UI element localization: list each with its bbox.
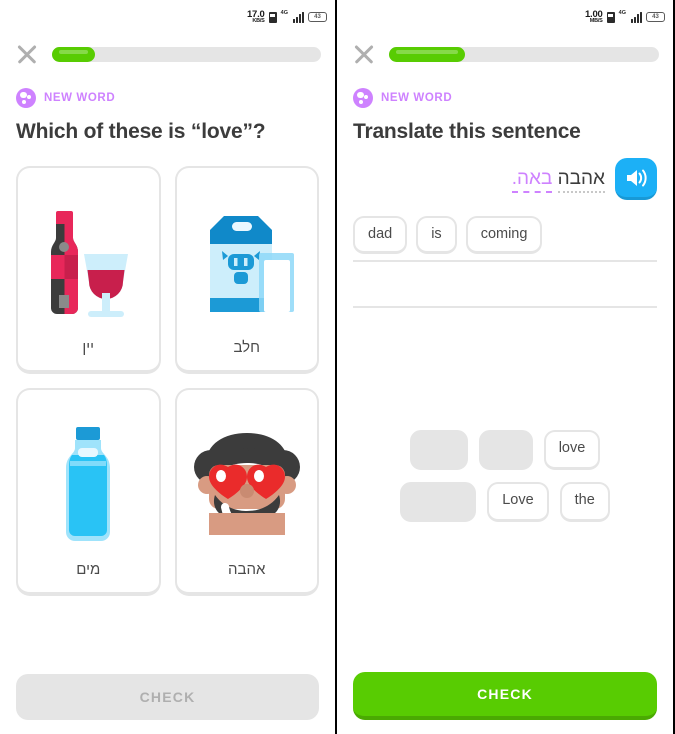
new-word-icon — [353, 88, 373, 108]
screen-translate-sentence: 1.00 MB/S 4G 43 NEW WORD Translate this … — [337, 0, 673, 734]
network-type-label: 4G — [618, 10, 626, 16]
answer-line-1[interactable]: dad is coming — [353, 216, 657, 262]
answer-area: dad is coming — [337, 200, 673, 308]
new-word-badge-label: NEW WORD — [44, 92, 116, 104]
signal-strength-icon — [631, 11, 642, 23]
face-with-heart-eyes-illustration — [185, 408, 310, 561]
sim-card-icon — [606, 11, 615, 23]
choice-label-wine: יין — [82, 339, 95, 356]
status-bar-right: 1.00 MB/S 4G 43 — [337, 0, 673, 30]
sentence-row: אהבה באה. — [337, 144, 673, 200]
choice-label-love: אהבה — [228, 561, 266, 578]
close-icon[interactable] — [14, 41, 40, 67]
lesson-progress-bar — [52, 46, 321, 62]
lesson-progress-fill — [389, 46, 465, 62]
battery-level: 43 — [652, 14, 659, 20]
word-bank-tile-used — [478, 430, 533, 470]
word-bank-tile-love-upper[interactable]: Love — [487, 482, 549, 522]
battery-icon: 43 — [646, 12, 665, 22]
page-title: Translate this sentence — [353, 120, 581, 143]
milk-carton-and-glass-illustration — [185, 186, 310, 339]
word-bank-tile-love-lower[interactable]: love — [543, 430, 601, 470]
answer-tile[interactable]: is — [416, 216, 457, 254]
new-word-badge-label: NEW WORD — [381, 92, 453, 104]
choice-label-milk: חלב — [233, 339, 261, 356]
water-bottle-illustration — [26, 408, 151, 561]
signal-strength-icon — [293, 11, 304, 23]
hebrew-sentence: אהבה באה. — [511, 168, 605, 193]
speaker-icon[interactable] — [615, 158, 657, 200]
word-bank-tile-used — [400, 482, 477, 522]
new-word-badge-left: NEW WORD — [0, 74, 335, 108]
network-speed-unit: KB/S — [252, 18, 265, 24]
battery-icon: 43 — [308, 12, 327, 22]
new-word-icon — [16, 88, 36, 108]
word-bank: love Love the — [337, 430, 673, 534]
new-word-badge-right: NEW WORD — [337, 74, 673, 108]
check-button[interactable]: CHECK — [353, 672, 657, 720]
choice-card-milk[interactable]: חלב — [174, 166, 319, 374]
network-type-label: 4G — [280, 10, 288, 16]
word-bank-row-2: Love the — [353, 482, 657, 522]
choice-card-wine[interactable]: יין — [16, 166, 161, 374]
page-title: Which of these is “love”? — [16, 120, 266, 143]
sim-card-icon — [268, 11, 277, 23]
choice-card-water[interactable]: מים — [16, 388, 161, 596]
answer-tile[interactable]: dad — [353, 216, 408, 254]
network-speed-indicator: 1.00 MB/S — [585, 9, 603, 25]
word-bank-row-1: love — [353, 430, 657, 470]
footer-right: CHECK — [337, 672, 673, 734]
check-button[interactable]: CHECK — [16, 674, 319, 720]
lesson-progress-bar — [389, 46, 659, 62]
word-bank-tile-the[interactable]: the — [559, 482, 610, 522]
choice-card-love[interactable]: אהבה — [174, 388, 319, 596]
wine-bottle-and-glass-illustration — [26, 186, 151, 339]
lesson-progress-fill — [52, 46, 96, 62]
answer-line-2[interactable] — [353, 262, 657, 308]
footer-left: CHECK — [0, 674, 335, 734]
dual-screenshot-container: 17.0 KB/S 4G 43 NEW WORD Which of these … — [0, 0, 675, 734]
battery-level: 43 — [314, 14, 321, 20]
lesson-top-bar-left — [0, 30, 335, 74]
lesson-top-bar-right — [337, 30, 673, 74]
hebrew-token-new-word[interactable]: באה. — [511, 168, 553, 193]
choice-label-water: מים — [76, 561, 101, 578]
network-speed-indicator: 17.0 KB/S — [247, 9, 265, 25]
status-bar-left: 17.0 KB/S 4G 43 — [0, 0, 335, 30]
answer-tile[interactable]: coming — [465, 216, 543, 254]
hebrew-token-normal: אהבה — [557, 168, 605, 193]
word-bank-tile-used — [409, 430, 468, 470]
choice-grid: יין חלב מים אהבה — [0, 144, 335, 596]
network-speed-unit: MB/S — [589, 18, 603, 24]
close-icon[interactable] — [351, 41, 377, 67]
screen-multiple-choice: 17.0 KB/S 4G 43 NEW WORD Which of these … — [0, 0, 337, 734]
